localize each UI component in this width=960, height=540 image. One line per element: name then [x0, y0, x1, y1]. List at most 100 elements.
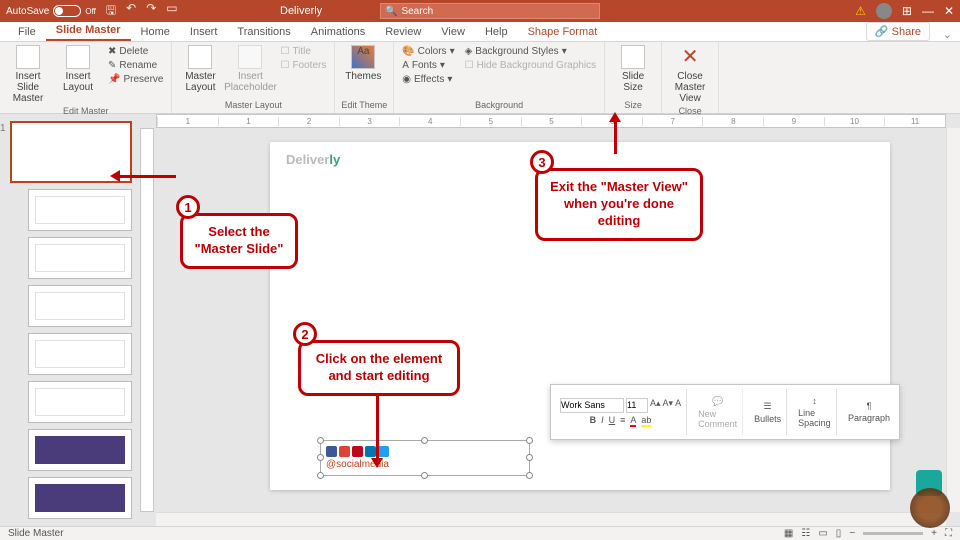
tab-animations[interactable]: Animations [301, 23, 375, 41]
tab-transitions[interactable]: Transitions [227, 23, 300, 41]
new-comment-button[interactable]: 💬New Comment [693, 389, 743, 435]
tab-help[interactable]: Help [475, 23, 518, 41]
close-master-view-button[interactable]: ✕Close Master View [668, 45, 712, 104]
slide-size-button[interactable]: Slide Size [611, 45, 655, 93]
bullets-icon: ☰ [764, 401, 772, 412]
zoom-out-icon[interactable]: − [849, 528, 855, 539]
layout-thumb[interactable] [28, 429, 132, 471]
rename-button[interactable]: ✎ Rename [106, 59, 165, 72]
bold-icon[interactable]: B [590, 415, 597, 427]
group-master-layout: Master Layout Insert Placeholder ☐ Title… [172, 42, 335, 113]
master-layout-button[interactable]: Master Layout [178, 45, 222, 93]
arrow-head-icon [371, 458, 383, 468]
account-icon[interactable] [876, 3, 892, 19]
fit-to-window-icon[interactable]: ⛶ [945, 528, 952, 539]
layout-thumb[interactable] [28, 285, 132, 327]
underline-icon[interactable]: U [609, 415, 616, 427]
tab-shape-format[interactable]: Shape Format [518, 23, 608, 41]
comment-icon: 💬 [712, 396, 723, 407]
tab-view[interactable]: View [431, 23, 475, 41]
autosave-label: AutoSave [6, 6, 49, 17]
ribbon-tabs: File Slide Master Home Insert Transition… [0, 22, 960, 42]
grow-font-icon[interactable]: A▴ [650, 398, 661, 413]
preserve-button[interactable]: 📌 Preserve [106, 73, 165, 86]
effects-dropdown[interactable]: ◉ Effects ▾ [400, 73, 456, 86]
reading-view-icon[interactable]: ▭ [818, 528, 827, 539]
mini-toolbar[interactable]: A▴A▾A BIU≡Aab 💬New Comment ☰Bullets ↕Lin… [550, 384, 900, 440]
zoom-slider[interactable] [863, 532, 923, 535]
undo-icon[interactable]: ↶ [126, 1, 136, 22]
bg-styles-dropdown[interactable]: ◈ Background Styles ▾ [463, 45, 598, 58]
tab-review[interactable]: Review [375, 23, 431, 41]
selected-shape[interactable]: @socialmedia [320, 440, 530, 476]
insert-slide-master-button[interactable]: Insert Slide Master [6, 45, 50, 104]
collapse-ribbon-icon[interactable]: ⌄ [943, 28, 952, 41]
redo-icon[interactable]: ↷ [146, 1, 156, 22]
slideshow-view-icon[interactable]: ▯ [836, 528, 842, 539]
resize-handle[interactable] [421, 472, 428, 479]
paragraph-button[interactable]: ¶Paragraph [843, 389, 895, 435]
status-bar: Slide Master ▦ ☷ ▭ ▯ − + ⛶ [0, 526, 960, 540]
bullets-button[interactable]: ☰Bullets [749, 389, 787, 435]
placeholder-icon [238, 45, 262, 69]
ribbon-display-icon[interactable]: ⊞ [902, 4, 912, 18]
insert-layout-button[interactable]: Insert Layout [56, 45, 100, 93]
shrink-font-icon[interactable]: A▾ [663, 398, 674, 413]
fonts-dropdown[interactable]: A Fonts ▾ [400, 59, 456, 72]
layout-thumb[interactable] [28, 477, 132, 519]
spacing-icon: ↕ [812, 396, 817, 406]
font-size-input[interactable] [626, 398, 648, 413]
minimize-icon[interactable]: — [922, 4, 934, 18]
line-spacing-button[interactable]: ↕Line Spacing [793, 389, 837, 435]
arrow-head-icon [609, 112, 621, 122]
resize-handle[interactable] [526, 472, 533, 479]
resize-handle[interactable] [421, 437, 428, 444]
font-color-icon[interactable]: A [630, 415, 636, 427]
annotation-arrow-1 [118, 175, 176, 178]
tab-slide-master[interactable]: Slide Master [46, 21, 131, 41]
start-slideshow-icon[interactable]: ▭ [166, 1, 177, 22]
colors-dropdown[interactable]: 🎨 Colors ▾ [400, 45, 456, 58]
save-icon[interactable]: 🖫 [106, 1, 116, 22]
annotation-callout-1: Select the "Master Slide" [180, 213, 298, 269]
resize-handle[interactable] [317, 472, 324, 479]
horizontal-scrollbar[interactable] [156, 512, 946, 526]
themes-button[interactable]: AaThemes [341, 45, 385, 82]
delete-button[interactable]: ✖ Delete [106, 45, 165, 58]
share-button[interactable]: 🔗 Share [866, 22, 930, 41]
close-window-icon[interactable]: ✕ [944, 4, 954, 18]
autosave-toggle[interactable]: AutoSave Off [6, 5, 96, 17]
notes-icon[interactable]: ☷ [801, 528, 810, 539]
vertical-scrollbar[interactable] [946, 128, 960, 512]
group-close: ✕Close Master View Close [662, 42, 719, 113]
normal-view-icon[interactable]: ▦ [784, 528, 793, 539]
autosave-state: Off [85, 7, 96, 16]
layout-thumb[interactable] [28, 333, 132, 375]
tab-file[interactable]: File [8, 23, 46, 41]
search-placeholder: Search [401, 6, 433, 17]
resize-handle[interactable] [526, 437, 533, 444]
clear-format-icon[interactable]: A [675, 398, 681, 413]
tab-home[interactable]: Home [131, 23, 180, 41]
resize-handle[interactable] [526, 454, 533, 461]
horizontal-ruler: 112345567891011 [156, 114, 946, 128]
italic-icon[interactable]: I [601, 415, 604, 427]
tab-insert[interactable]: Insert [180, 23, 228, 41]
layout-thumb[interactable] [28, 237, 132, 279]
resize-handle[interactable] [317, 437, 324, 444]
zoom-in-icon[interactable]: + [931, 528, 937, 539]
resize-handle[interactable] [317, 454, 324, 461]
annotation-badge-2: 2 [293, 322, 317, 346]
font-name-input[interactable] [560, 398, 624, 413]
pinterest-icon [352, 446, 363, 457]
insert-placeholder-button[interactable]: Insert Placeholder [228, 45, 272, 93]
search-box[interactable]: 🔍 Search [380, 3, 600, 19]
warning-icon[interactable]: ⚠ [855, 4, 866, 18]
toggle-pill-icon[interactable] [53, 5, 81, 17]
font-controls: A▴A▾A BIU≡Aab [555, 389, 687, 435]
layout-thumb[interactable] [28, 189, 132, 231]
align-icon[interactable]: ≡ [620, 415, 625, 427]
highlight-icon[interactable]: ab [641, 415, 651, 427]
layout-thumb[interactable] [28, 381, 132, 423]
slide-size-icon [621, 45, 645, 69]
